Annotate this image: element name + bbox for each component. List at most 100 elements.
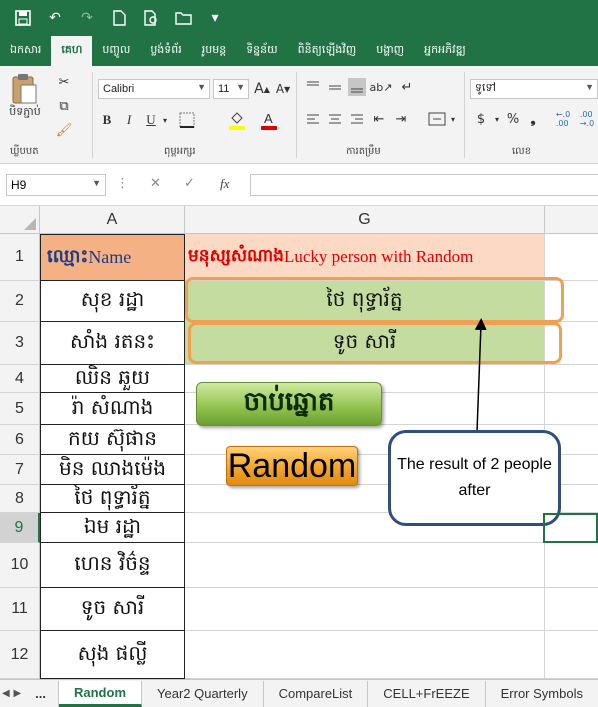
- wrap-text-icon[interactable]: ↵: [398, 78, 416, 96]
- sheet-tab-random[interactable]: Random: [59, 680, 142, 707]
- align-left-icon[interactable]: [304, 110, 322, 128]
- row-header[interactable]: 8: [0, 485, 40, 513]
- insert-function-icon[interactable]: fx: [220, 176, 229, 192]
- paste-icon[interactable]: [6, 72, 42, 108]
- print-preview-icon[interactable]: [142, 9, 160, 27]
- select-all-button[interactable]: [0, 206, 40, 234]
- cell-a5[interactable]: រ៉ា សំណាង: [40, 393, 185, 425]
- cell-h4[interactable]: [545, 365, 598, 393]
- tab-formulas[interactable]: រូបមន្ត: [192, 36, 236, 66]
- decrease-indent-icon[interactable]: ⇤: [370, 110, 388, 128]
- row-header[interactable]: 11: [0, 588, 40, 631]
- align-bottom-icon[interactable]: [348, 78, 366, 96]
- cut-icon[interactable]: ✂: [54, 72, 74, 92]
- cell-g10[interactable]: [185, 543, 545, 588]
- underline-icon[interactable]: U: [142, 110, 160, 130]
- sheet-tab-cell-freeze[interactable]: CELL+FrEEZE: [368, 680, 486, 707]
- undo-icon[interactable]: ↶: [46, 9, 64, 27]
- cell-a8[interactable]: ថៃ ពុទ្ធារ័ត្ន: [40, 485, 185, 513]
- decrease-decimal-icon[interactable]: .00 →.0: [576, 108, 598, 130]
- tab-data[interactable]: ទិន្នន័យ: [236, 36, 287, 66]
- open-folder-icon[interactable]: [174, 9, 192, 27]
- cell-h10[interactable]: [545, 543, 598, 588]
- column-header-h[interactable]: [545, 206, 598, 234]
- row-header[interactable]: 10: [0, 543, 40, 588]
- tab-view[interactable]: បង្ហាញ: [366, 36, 414, 66]
- sheet-tab-error-symbols[interactable]: Error Symbols: [486, 681, 598, 707]
- align-middle-icon[interactable]: [326, 78, 344, 96]
- cell-a10[interactable]: ហេន វិច៌ន្ទ: [40, 543, 185, 588]
- orientation-icon[interactable]: ab↗: [370, 78, 393, 96]
- row-header[interactable]: 1: [0, 234, 40, 281]
- chevron-down-icon[interactable]: ▾: [448, 110, 458, 128]
- decrease-font-icon[interactable]: A ▼: [274, 79, 292, 99]
- new-file-icon[interactable]: [110, 9, 128, 27]
- cell-a12[interactable]: សុង ផល្លី: [40, 631, 185, 679]
- sheet-tab-comparelist[interactable]: CompareList: [264, 680, 369, 707]
- cell-a3[interactable]: សាំង រតនះ: [40, 322, 185, 365]
- chevron-down-icon[interactable]: ▾: [160, 110, 170, 130]
- bold-icon[interactable]: B: [98, 110, 116, 130]
- cell-g1[interactable]: មនុស្សសំណាង Lucky person with Random: [185, 234, 545, 281]
- format-painter-icon[interactable]: 🖌: [54, 120, 74, 140]
- cell-g11[interactable]: [185, 588, 545, 631]
- tab-review[interactable]: ពិនិត្យឡើងវិញ: [288, 36, 367, 66]
- tab-home[interactable]: គេហ: [51, 36, 93, 66]
- random-button[interactable]: Random: [226, 446, 358, 486]
- fill-color-icon[interactable]: [226, 108, 248, 132]
- borders-icon[interactable]: [176, 110, 198, 130]
- number-format-select[interactable]: ទូទៅ ▼: [470, 79, 598, 99]
- tab-insert[interactable]: បញ្ចូល: [92, 36, 140, 66]
- save-icon[interactable]: [14, 9, 32, 27]
- selected-cell-h9[interactable]: [543, 513, 598, 543]
- increase-font-icon[interactable]: A ▲: [253, 79, 271, 99]
- font-color-icon[interactable]: A: [258, 108, 280, 132]
- merge-center-icon[interactable]: [426, 110, 448, 128]
- italic-icon[interactable]: I: [120, 110, 138, 130]
- cell-a2[interactable]: សុខ រដ្ឋា: [40, 281, 185, 322]
- tab-file[interactable]: ឯកសារ: [0, 36, 51, 66]
- align-center-icon[interactable]: [326, 110, 344, 128]
- scroll-left-icon[interactable]: ◀: [0, 688, 12, 699]
- row-header[interactable]: 2: [0, 281, 40, 322]
- cell-g12[interactable]: [185, 631, 545, 679]
- align-right-icon[interactable]: [348, 110, 366, 128]
- cell-a9[interactable]: ឯម រដ្ឋា: [40, 513, 185, 543]
- tab-developer[interactable]: អ្នកអភិវឌ្ឍ: [414, 36, 476, 66]
- cell-a1[interactable]: ឈ្មោះ Name: [40, 234, 185, 281]
- accounting-format-icon[interactable]: $: [472, 110, 490, 128]
- tab-page-layout[interactable]: ប្លង់ទំព័រ: [140, 36, 191, 66]
- cell-h11[interactable]: [545, 588, 598, 631]
- cell-a11[interactable]: ទូច សារី: [40, 588, 185, 631]
- copy-icon[interactable]: ⧉: [54, 96, 74, 116]
- row-header[interactable]: 9: [0, 513, 40, 543]
- scroll-right-icon[interactable]: ▶: [12, 688, 24, 699]
- cell-a4[interactable]: ឈិន ឆួយ: [40, 365, 185, 393]
- redo-icon[interactable]: ↷: [78, 9, 96, 27]
- font-size-select[interactable]: 11 ▼: [213, 79, 249, 99]
- chevron-down-icon[interactable]: ▾: [492, 110, 502, 128]
- cancel-icon[interactable]: ✕: [150, 176, 161, 191]
- name-box[interactable]: H9 ▼: [6, 174, 106, 196]
- increase-indent-icon[interactable]: ⇥: [392, 110, 410, 128]
- percent-style-icon[interactable]: %: [504, 110, 522, 128]
- row-header[interactable]: 3: [0, 322, 40, 365]
- cell-h12[interactable]: [545, 631, 598, 679]
- row-header[interactable]: 12: [0, 631, 40, 679]
- column-header-g[interactable]: G: [185, 206, 545, 234]
- customize-qat-icon[interactable]: ▾: [206, 9, 224, 27]
- comma-style-icon[interactable]: ❟: [524, 110, 542, 128]
- cell-a7[interactable]: មិន ឈាងម៉េង: [40, 455, 185, 485]
- row-header[interactable]: 5: [0, 393, 40, 425]
- row-header[interactable]: 6: [0, 425, 40, 455]
- align-top-icon[interactable]: [304, 78, 322, 96]
- increase-decimal-icon[interactable]: ←.0.00: [552, 108, 574, 130]
- cell-h5[interactable]: [545, 393, 598, 425]
- column-header-a[interactable]: A: [40, 206, 185, 234]
- draw-lots-button[interactable]: ចាប់ឆ្នោត: [196, 382, 382, 426]
- formula-input[interactable]: [250, 174, 598, 196]
- sheet-tab-more[interactable]: ...: [23, 680, 59, 707]
- paste-button[interactable]: បិទភ្ជាប់: [2, 104, 48, 122]
- row-header[interactable]: 4: [0, 365, 40, 393]
- font-name-select[interactable]: Calibri ▼: [98, 79, 210, 99]
